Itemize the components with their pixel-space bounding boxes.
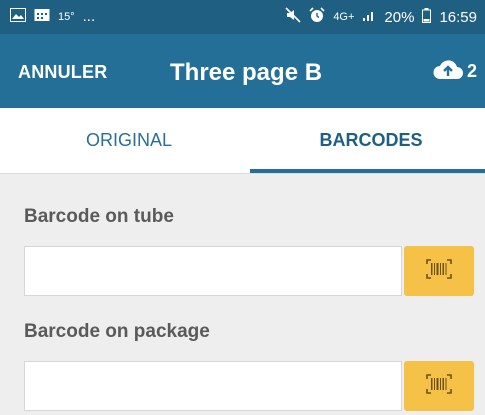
network-type: 4G+	[333, 11, 355, 23]
barcode-tube-input[interactable]	[24, 246, 402, 296]
clock: 16:59	[439, 8, 477, 26]
tab-bar: ORIGINAL BARCODES	[0, 108, 485, 174]
barcode-scan-icon	[426, 373, 452, 399]
calendar-icon	[34, 7, 50, 26]
barcode-scan-icon	[426, 258, 452, 284]
notification-dots: ...	[82, 8, 96, 25]
barcode-tube-label: Barcode on tube	[24, 206, 174, 227]
upload-count: 2	[466, 61, 477, 81]
tab-original[interactable]: ORIGINAL	[8, 108, 250, 173]
upload-button[interactable]: 2	[432, 58, 477, 85]
scan-tube-button[interactable]	[404, 246, 474, 296]
battery-icon	[422, 7, 432, 27]
temperature-text: 15°	[58, 10, 75, 23]
battery-percent: 20%	[384, 8, 415, 26]
signal-icon	[362, 8, 376, 26]
page-title: Three page B	[170, 59, 323, 86]
mute-icon	[285, 7, 301, 27]
barcode-package-input[interactable]	[24, 361, 402, 411]
cancel-button[interactable]: ANNULER	[18, 62, 107, 83]
cloud-upload-icon	[432, 58, 464, 85]
gallery-icon	[10, 7, 26, 26]
scan-package-button[interactable]	[404, 361, 474, 411]
status-bar: 15° ... 4G+ 20% 16:59	[0, 0, 485, 34]
alarm-icon	[309, 7, 325, 27]
app-bar: ANNULER Three page B 2	[0, 34, 485, 108]
barcode-package-label: Barcode on package	[24, 321, 210, 342]
tab-barcodes[interactable]: BARCODES	[250, 108, 485, 173]
